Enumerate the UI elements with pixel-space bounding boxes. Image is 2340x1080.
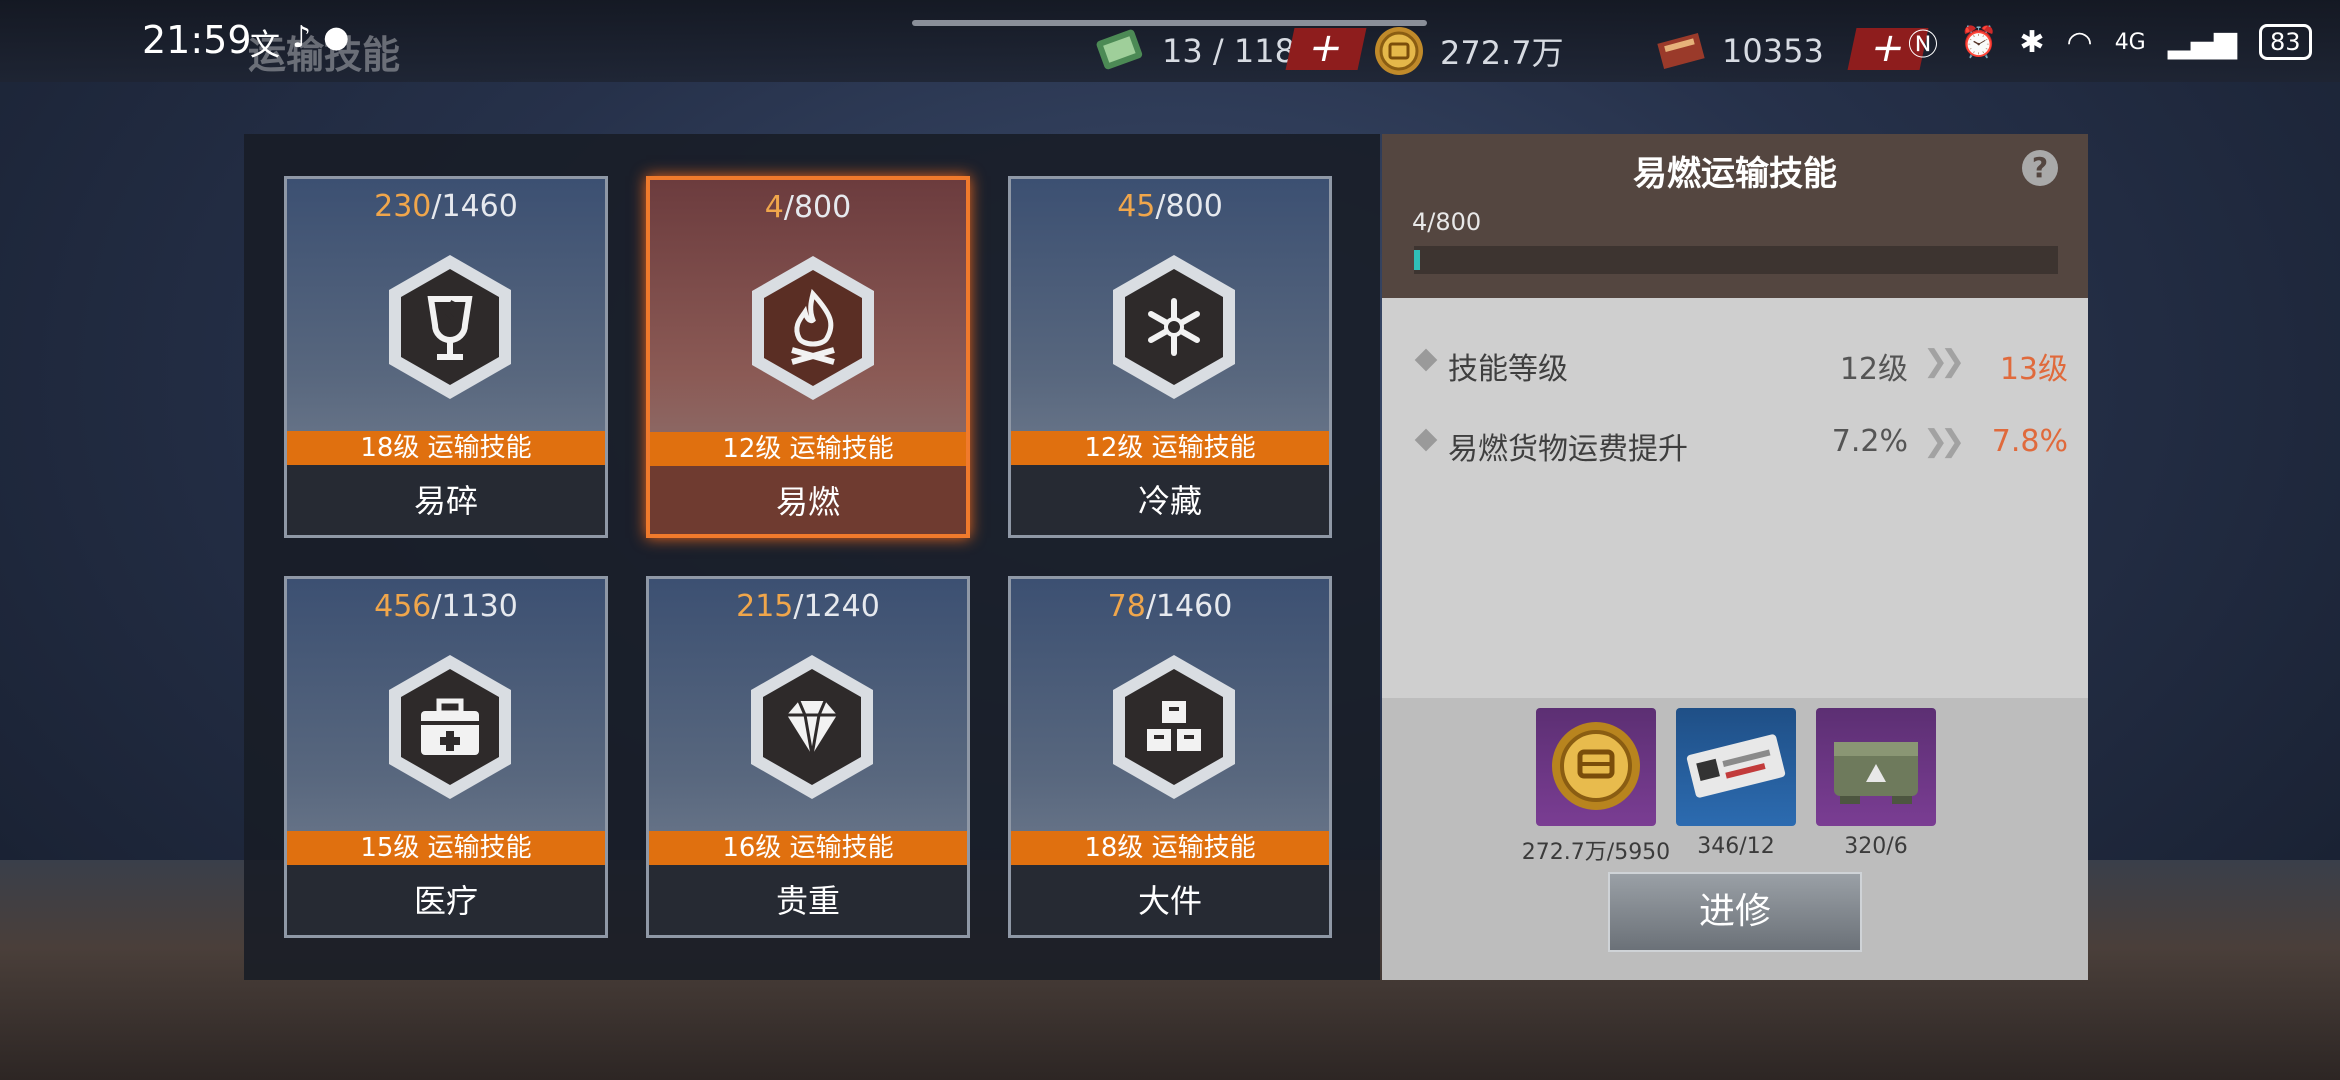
skill-name: 贵重 xyxy=(649,865,967,935)
flame-icon xyxy=(752,256,874,400)
system-status-icons: Ⓝ ⏰ ✱ ◠ 4G ▂▄▆ 83 xyxy=(1908,20,2312,64)
stat-row-skill-level: 技能等级 12级 ❯❯ 13级 xyxy=(1414,340,2068,390)
nfc-icon: Ⓝ xyxy=(1908,28,1938,63)
ticket-icon xyxy=(1096,29,1143,70)
resource-value: 13 / 118 xyxy=(1162,32,1295,70)
stat-row-fare-bonus: 易燃货物运费提升 7.2% ❯❯ 7.8% xyxy=(1414,420,2068,470)
detail-title: 易燃运输技能 xyxy=(1633,154,1837,194)
skill-card-oversized[interactable]: 78/1460 18级 运输技能 大件 xyxy=(1008,576,1332,938)
signal-icon: 4G xyxy=(2114,29,2146,55)
skill-progress: 230/1460 xyxy=(374,189,518,224)
bluetooth-icon: ✱ xyxy=(2019,24,2045,60)
stat-label: 技能等级 xyxy=(1448,352,1568,387)
material-count: 320/6 xyxy=(1844,834,1908,859)
stat-label: 易燃货物运费提升 xyxy=(1448,432,1688,467)
status-clock: 21:59 xyxy=(142,18,252,62)
crate-icon xyxy=(1657,33,1705,69)
stat-to: 7.8% xyxy=(1991,424,2068,459)
skill-name: 大件 xyxy=(1011,865,1329,935)
detail-progress-bar xyxy=(1414,246,2058,274)
detail-progress-text: 4/800 xyxy=(1412,208,1482,236)
resource-value: 272.7万 xyxy=(1440,34,1564,72)
stat-from: 7.2% xyxy=(1831,424,1908,459)
advance-training-button[interactable]: 进修 xyxy=(1608,872,1862,952)
material-count: 272.7万/5950 xyxy=(1521,840,1671,865)
skill-progress: 78/1460 xyxy=(1107,589,1233,624)
skill-name: 易燃 xyxy=(650,466,966,534)
double-chevron-icon: ❯❯ xyxy=(1923,344,1965,379)
diamond-icon xyxy=(751,655,873,799)
resource-crates: 10353 xyxy=(1654,24,1824,78)
boxes-icon xyxy=(1113,655,1235,799)
add-tickets-button[interactable]: + xyxy=(1285,25,1367,71)
top-bar: 运输技能 21:59 文 ♪ ● 13 / 118 + 272.7万 10353… xyxy=(0,0,2340,82)
skill-level-banner: 12级 运输技能 xyxy=(650,432,966,466)
skill-progress: 4/800 xyxy=(764,190,852,225)
material-chip[interactable] xyxy=(1676,708,1796,826)
skill-detail-panel: 易燃运输技能 ? 4/800 技能等级 12级 ❯❯ 13级 易燃货物运费提升 … xyxy=(1382,134,2088,980)
material-count: 346/12 xyxy=(1697,834,1775,859)
qq-icon: ● xyxy=(323,20,350,55)
skill-name: 医疗 xyxy=(287,865,605,935)
resource-value: 10353 xyxy=(1722,32,1824,70)
signal-bars-icon: ▂▄▆ xyxy=(2167,24,2237,60)
status-icons: 文 ♪ ● xyxy=(250,20,349,64)
skill-card-fragile[interactable]: 230/1460 18级 运输技能 易碎 xyxy=(284,176,608,538)
skill-level-banner: 18级 运输技能 xyxy=(287,431,605,465)
help-icon[interactable]: ? xyxy=(2022,150,2058,186)
stat-from: 12级 xyxy=(1839,352,1908,387)
alarm-icon: ⏰ xyxy=(1960,24,1998,60)
battery-indicator: 83 xyxy=(2258,24,2312,60)
diamond-bullet-icon xyxy=(1414,348,1438,372)
gold-coin-icon xyxy=(1375,27,1423,75)
skill-level-banner: 16级 运输技能 xyxy=(649,831,967,865)
stat-to: 13级 xyxy=(1999,352,2068,387)
diamond-bullet-icon xyxy=(1414,428,1438,452)
skill-progress: 45/800 xyxy=(1117,189,1223,224)
material-gold[interactable] xyxy=(1536,708,1656,826)
skill-level-banner: 15级 运输技能 xyxy=(287,831,605,865)
skill-level-banner: 12级 运输技能 xyxy=(1011,431,1329,465)
resource-gold: 272.7万 xyxy=(1372,24,1564,78)
gold-coin-icon xyxy=(1552,722,1640,810)
skill-name: 易碎 xyxy=(287,465,605,535)
wifi-icon: ◠ xyxy=(2066,24,2093,60)
supply-box-icon xyxy=(1834,742,1918,804)
skill-card-medical[interactable]: 456/1130 15级 运输技能 医疗 xyxy=(284,576,608,938)
skill-progress: 215/1240 xyxy=(736,589,880,624)
skill-card-flammable[interactable]: 4/800 12级 运输技能 易燃 xyxy=(646,176,970,538)
material-supply-box[interactable] xyxy=(1816,708,1936,826)
detail-header: 易燃运输技能 ? 4/800 xyxy=(1382,134,2088,298)
snowflake-icon xyxy=(1113,255,1235,399)
skill-card-valuable[interactable]: 215/1240 16级 运输技能 贵重 xyxy=(646,576,970,938)
skill-card-cold-storage[interactable]: 45/800 12级 运输技能 冷藏 xyxy=(1008,176,1332,538)
translate-icon: 文 xyxy=(250,28,280,63)
fragile-glass-icon xyxy=(389,255,511,399)
detail-progress-fill xyxy=(1414,250,1421,270)
skill-name: 冷藏 xyxy=(1011,465,1329,535)
chip-card-icon xyxy=(1686,734,1786,798)
medical-kit-icon xyxy=(389,655,511,799)
skill-level-banner: 18级 运输技能 xyxy=(1011,831,1329,865)
skill-progress: 456/1130 xyxy=(374,589,518,624)
double-chevron-icon: ❯❯ xyxy=(1923,424,1965,459)
resource-tickets: 13 / 118 xyxy=(1094,24,1295,78)
tiktok-icon: ♪ xyxy=(292,20,312,55)
